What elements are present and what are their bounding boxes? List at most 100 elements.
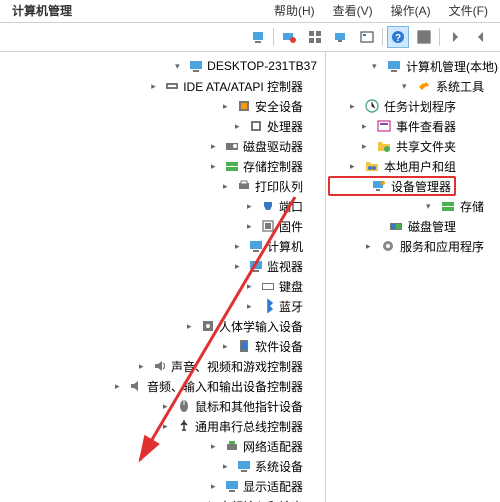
device-item-hid[interactable]: ▸人体学输入设备	[6, 316, 303, 336]
chevron-right-icon[interactable]: ▸	[163, 401, 173, 412]
usb-icon	[176, 418, 192, 434]
shared-folder-icon	[376, 138, 392, 154]
chevron-right-icon[interactable]: ▸	[163, 421, 173, 432]
toolbar-properties-icon[interactable]	[413, 26, 435, 48]
services-icon	[380, 238, 396, 254]
device-item-security[interactable]: ▸安全设备	[6, 96, 303, 116]
device-item-cpu[interactable]: ▸处理器	[6, 116, 303, 136]
tree-storage[interactable]: ▾ 存储	[328, 196, 484, 216]
toolbar-scan-icon[interactable]	[330, 26, 352, 48]
chevron-down-icon[interactable]: ▾	[175, 61, 185, 72]
menu-help[interactable]: 帮助(H)	[274, 2, 315, 20]
chevron-right-icon[interactable]: ▸	[362, 141, 372, 152]
sound-icon	[152, 358, 168, 374]
device-item-sw-device[interactable]: ▸ 软件设备	[6, 336, 303, 356]
tree-label: 事件查看器	[396, 118, 456, 135]
tree-services[interactable]: ▸ 服务和应用程序	[328, 236, 484, 256]
chevron-right-icon[interactable]: ▸	[247, 221, 257, 232]
clock-icon	[364, 98, 380, 114]
device-item-mouse[interactable]: ▸鼠标和其他指针设备	[6, 396, 303, 416]
tree-local-users[interactable]: ▸ 本地用户和组	[328, 156, 456, 176]
chevron-right-icon[interactable]: ▸	[211, 441, 221, 452]
toolbar-sep	[382, 28, 383, 46]
device-item-printer-queue[interactable]: ▸打印队列	[6, 176, 303, 196]
chevron-down-icon[interactable]: ▾	[426, 201, 436, 212]
tree-label: 存储	[460, 198, 484, 215]
chevron-right-icon[interactable]: ▸	[187, 321, 197, 332]
menu-view[interactable]: 查看(V)	[333, 2, 373, 20]
chevron-right-icon[interactable]: ▸	[366, 241, 376, 252]
device-item-bluetooth[interactable]: ▸ 蓝牙	[6, 296, 303, 316]
device-item-monitor[interactable]: ▸监视器	[6, 256, 303, 276]
cpu-icon	[248, 118, 264, 134]
chevron-right-icon[interactable]: ▸	[235, 261, 245, 272]
audio-bus-icon	[200, 498, 216, 502]
device-item-disk-drive[interactable]: ▸ 磁盘驱动器	[6, 136, 303, 156]
device-item-network[interactable]: ▸网络适配器	[6, 436, 303, 456]
tree-event-viewer[interactable]: ▸ 事件查看器	[328, 116, 456, 136]
computer-node-icon	[248, 238, 264, 254]
device-root[interactable]: ▾ DESKTOP-231TB37	[6, 56, 319, 76]
chevron-right-icon[interactable]: ▸	[350, 161, 360, 172]
toolbar-uninstall-icon[interactable]	[278, 26, 300, 48]
chevron-right-icon[interactable]: ▸	[151, 81, 161, 92]
chevron-right-icon[interactable]: ▸	[235, 121, 245, 132]
chevron-right-icon[interactable]: ▸	[211, 141, 221, 152]
device-item-audio-bus[interactable]: ▸音频输入和输出	[6, 496, 303, 502]
toolbar-refresh-icon[interactable]	[356, 26, 378, 48]
toolbar-devices-icon[interactable]	[247, 26, 269, 48]
device-item-sys-device[interactable]: ▸系统设备	[6, 456, 303, 476]
device-label: 磁盘驱动器	[243, 138, 303, 155]
device-item-computer-node[interactable]: ▸计算机	[6, 236, 303, 256]
chevron-down-icon[interactable]: ▾	[372, 61, 382, 72]
chevron-right-icon[interactable]: ▸	[223, 461, 233, 472]
toolbar-help-icon[interactable]: ?	[387, 26, 409, 48]
device-item-storage-ctrl[interactable]: ▸存储控制器	[6, 156, 303, 176]
device-item-port[interactable]: ▸端口	[6, 196, 303, 216]
device-item-keyboard[interactable]: ▸键盘	[6, 276, 303, 296]
display-icon	[224, 478, 240, 494]
tree-label: 共享文件夹	[396, 138, 456, 155]
device-item-display[interactable]: ▸显示适配器	[6, 476, 303, 496]
chevron-right-icon[interactable]: ▸	[235, 241, 245, 252]
chevron-right-icon[interactable]: ▸	[247, 201, 257, 212]
device-item-usb[interactable]: ▸通用串行总线控制器	[6, 416, 303, 436]
chevron-right-icon[interactable]: ▸	[139, 361, 149, 372]
device-item-ide[interactable]: ▸ IDE ATA/ATAPI 控制器	[6, 76, 303, 96]
events-icon	[376, 118, 392, 134]
tree-label: 任务计划程序	[384, 98, 456, 115]
chevron-right-icon[interactable]: ▸	[223, 181, 233, 192]
tree-disk-management[interactable]: 磁盘管理	[328, 216, 456, 236]
chevron-right-icon[interactable]: ▸	[223, 101, 233, 112]
device-item-root[interactable]: ▸固件	[6, 216, 303, 236]
menu-action[interactable]: 操作(A)	[391, 2, 431, 20]
storage-ctrl-icon	[224, 158, 240, 174]
svg-text:?: ?	[395, 33, 401, 44]
menu-file[interactable]: 文件(F)	[449, 2, 488, 20]
chevron-right-icon[interactable]: ▸	[247, 281, 257, 292]
tree-root[interactable]: ▾ 计算机管理(本地)	[328, 56, 498, 76]
tree-system-tools[interactable]: ▾ 系统工具	[328, 76, 484, 96]
chevron-right-icon[interactable]: ▸	[350, 101, 360, 112]
chevron-right-icon[interactable]: ▸	[115, 381, 125, 392]
toolbar-view-icon[interactable]	[304, 26, 326, 48]
device-item-audio-io[interactable]: ▸音频、输入和输出设备控制器	[6, 376, 303, 396]
chevron-right-icon[interactable]: ▸	[223, 341, 233, 352]
chevron-right-icon[interactable]: ▸	[247, 301, 257, 312]
sw-device-icon	[236, 338, 252, 354]
tree-device-manager[interactable]: 设备管理器	[328, 176, 456, 196]
chevron-down-icon[interactable]: ▾	[402, 81, 412, 92]
chevron-right-icon[interactable]: ▸	[211, 481, 221, 492]
toolbar-forward-icon[interactable]	[444, 26, 466, 48]
chevron-right-icon[interactable]: ▸	[362, 121, 372, 132]
device-label: 软件设备	[255, 338, 303, 355]
tree-task-scheduler[interactable]: ▸ 任务计划程序	[328, 96, 456, 116]
security-icon	[236, 98, 252, 114]
disk-drive-icon	[224, 138, 240, 154]
device-label: IDE ATA/ATAPI 控制器	[183, 78, 303, 95]
chevron-right-icon[interactable]: ▸	[211, 161, 221, 172]
toolbar-back-icon[interactable]	[470, 26, 492, 48]
device-label: 蓝牙	[279, 298, 303, 315]
tree-shared-folders[interactable]: ▸ 共享文件夹	[328, 136, 456, 156]
device-item-sound[interactable]: ▸声音、视频和游戏控制器	[6, 356, 303, 376]
